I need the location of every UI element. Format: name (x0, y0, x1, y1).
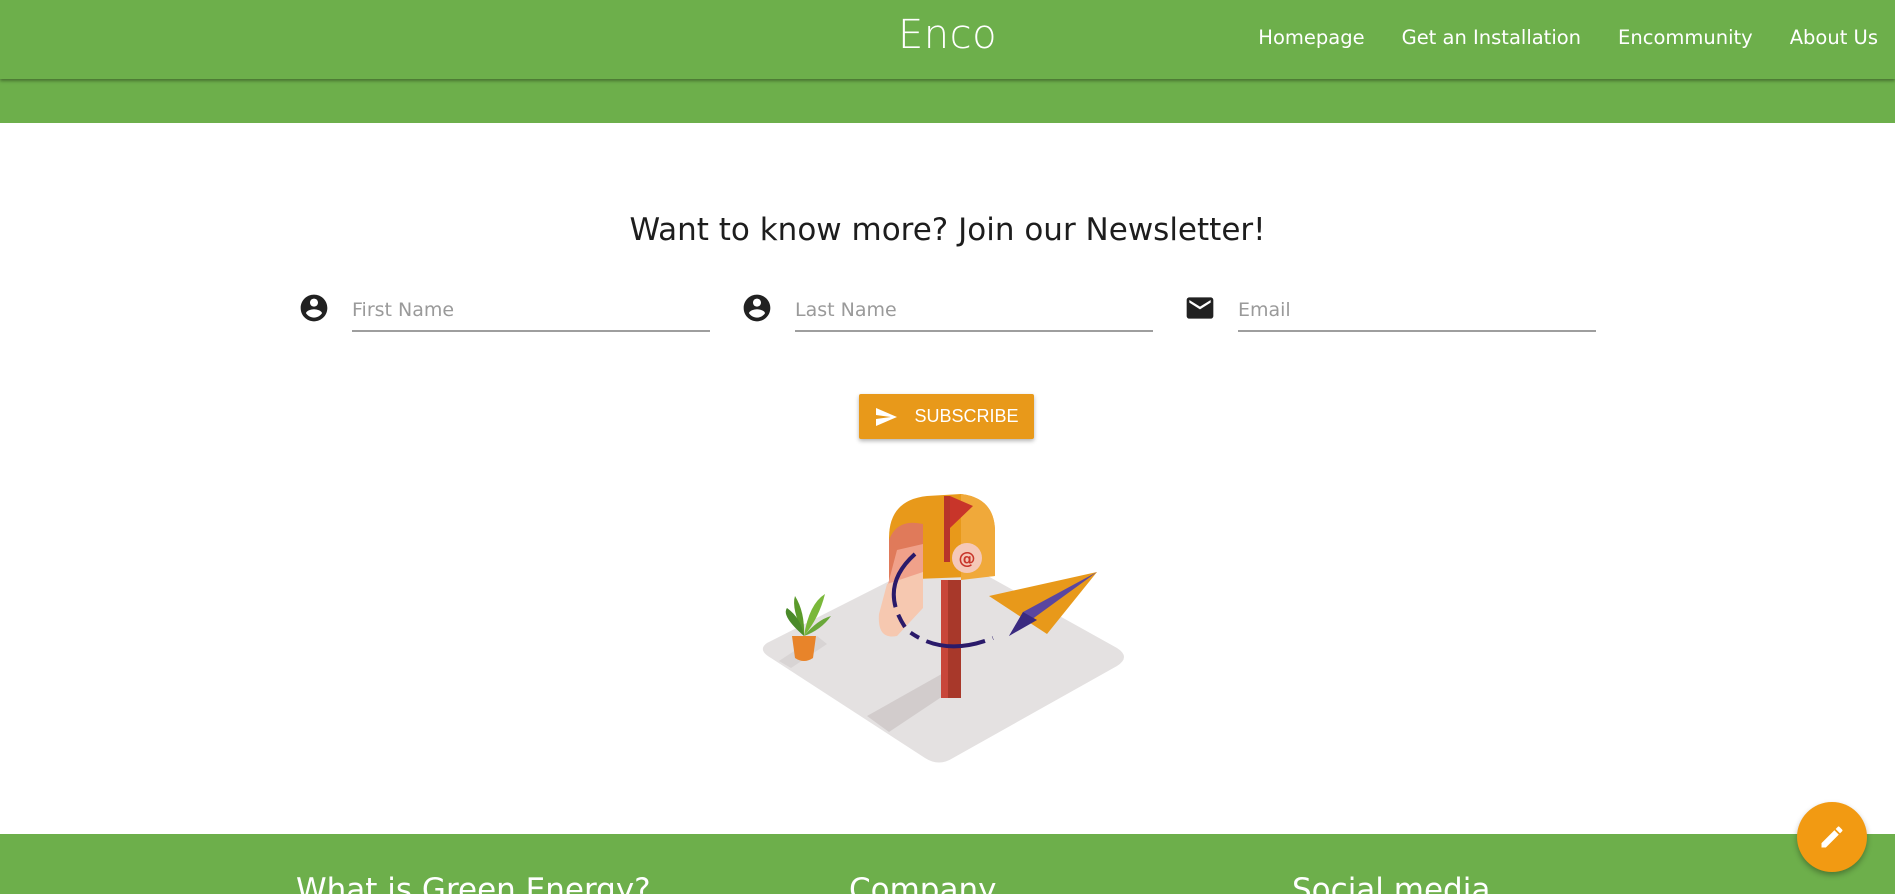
illustration-at-mark: @ (959, 549, 976, 569)
email-input[interactable] (1238, 290, 1596, 332)
nav-encommunity[interactable]: Encommunity (1618, 26, 1753, 49)
main-nav: Homepage Get an Installation Encommunity… (1258, 26, 1878, 49)
footer-heading-social-media: Social media (1292, 872, 1491, 894)
first-name-field (298, 290, 718, 342)
edit-fab[interactable] (1797, 802, 1867, 872)
nav-get-an-installation[interactable]: Get an Installation (1402, 26, 1581, 49)
email-field (1184, 290, 1604, 342)
mailbox-illustration: @ (762, 494, 1124, 763)
account-circle-icon (743, 294, 771, 322)
first-name-input[interactable] (352, 290, 710, 332)
subscribe-label: SUBSCRIBE (914, 406, 1019, 426)
pencil-icon (1821, 826, 1843, 848)
top-app-bar: Enco Homepage Get an Installation Encomm… (0, 0, 1895, 79)
subscribe-button[interactable]: SUBSCRIBE (859, 394, 1034, 439)
header-band (0, 79, 1895, 123)
nav-about-us[interactable]: About Us (1790, 26, 1878, 49)
footer-heading-green-energy: What is Green Energy? (296, 872, 651, 894)
newsletter-title: Want to know more? Join our Newsletter! (629, 212, 1266, 248)
nav-homepage[interactable]: Homepage (1258, 26, 1364, 49)
last-name-field (741, 290, 1161, 342)
send-icon (876, 407, 898, 426)
mail-icon (1186, 297, 1214, 319)
account-circle-icon (300, 294, 328, 322)
last-name-input[interactable] (795, 290, 1153, 332)
footer-heading-company: Company (849, 872, 997, 894)
footer: What is Green Energy? Company Social med… (0, 834, 1895, 894)
